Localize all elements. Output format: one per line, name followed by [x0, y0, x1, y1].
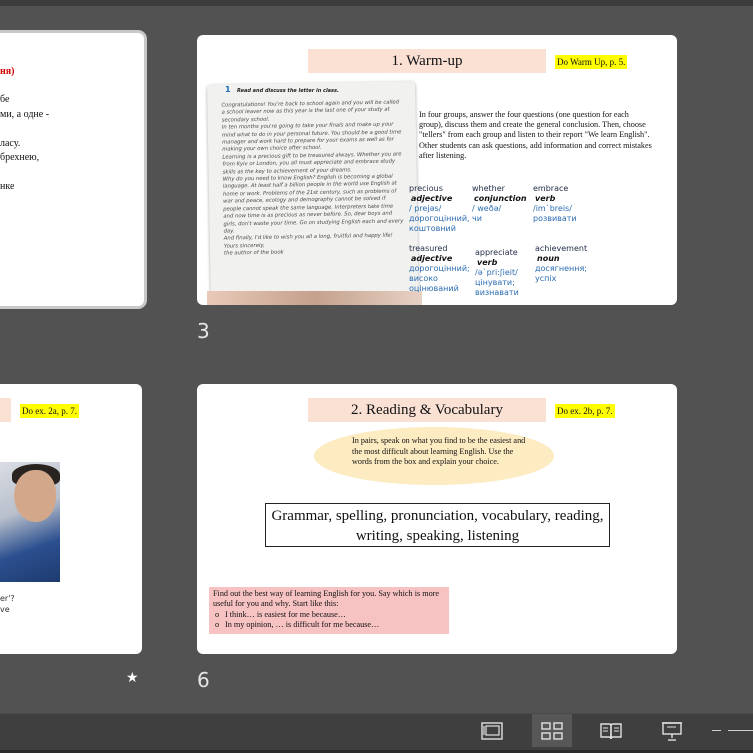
- photo-face: [14, 470, 56, 522]
- oval-text: In pairs, speak on what you find to be t…: [352, 436, 526, 466]
- vocab-item: embrace verb /im`breis/ розвивати: [533, 184, 603, 224]
- slide-5-title-box: [0, 398, 11, 422]
- slide-2-line: ласу.: [0, 138, 21, 149]
- vocab-word: precious: [409, 184, 443, 193]
- vocab-pos: adjective: [411, 194, 453, 203]
- bullet-item: In my opinion, … is difficult for me bec…: [213, 620, 445, 631]
- slide-2-line: нке: [0, 181, 15, 192]
- vocab-pos: conjunction: [474, 194, 527, 203]
- slide-thumbnail-6[interactable]: 2. Reading & Vocabulary Do ex. 2b, p. 7.…: [197, 384, 677, 654]
- find-out-box: Find out the best way of learning Englis…: [209, 587, 449, 634]
- normal-view-icon: [481, 721, 503, 740]
- slide-thumbnail-5[interactable]: Do ex. 2a, p. 7. er'? ve: [0, 384, 142, 654]
- reading-view-button[interactable]: [591, 714, 631, 747]
- vocab-pos: noun: [537, 254, 560, 263]
- vocab-item: achievement noun досягнення; успіх: [535, 244, 605, 284]
- bullet-item: I think… is easiest for me because…: [213, 610, 445, 621]
- vocab-word: whether: [472, 184, 505, 193]
- exercise-heading: Read and discuss the letter in class.: [237, 88, 339, 94]
- vocab-word: treasured: [409, 244, 448, 253]
- slide-5-text: er'?: [0, 594, 15, 603]
- slide-2-line: брехнею,: [0, 152, 40, 163]
- vocab-pos: verb: [535, 194, 556, 203]
- vocab-translation: /im`breis/ розвивати: [533, 204, 577, 223]
- slide-2-heading: ня): [0, 66, 15, 77]
- slide-5-note: Do ex. 2a, p. 7.: [20, 404, 79, 418]
- slide-number-3: 3: [197, 319, 210, 343]
- zoom-out-button[interactable]: [712, 730, 721, 731]
- letter-text: Congratulations! You're back to school a…: [221, 99, 404, 257]
- vocab-translation: дорогоцінний; високо оцінюваний: [409, 264, 470, 293]
- slide-sorter-button[interactable]: [532, 714, 572, 747]
- vocab-item: precious adjective / prejəs/ дорогоцінни…: [409, 184, 479, 234]
- words-box: Grammar, spelling, pronunciation, vocabu…: [265, 503, 610, 547]
- normal-view-button[interactable]: [472, 714, 512, 747]
- photo-strip: [207, 291, 422, 305]
- vocab-item: whether conjunction / weðə/ чи: [472, 184, 542, 224]
- slide-3-title: 1. Warm-up: [308, 49, 546, 73]
- slide-3-instructions: In four groups, answer the four question…: [419, 110, 652, 160]
- slide-2-line: ми, а одне -: [0, 109, 50, 120]
- slide-thumbnail-3[interactable]: 1. Warm-up Do Warm Up, p. 5. Congratulat…: [197, 35, 677, 305]
- vocab-word: achievement: [535, 244, 588, 253]
- find-out-text: Find out the best way of learning Englis…: [213, 589, 440, 609]
- status-bar: [0, 713, 753, 753]
- star-icon: ★: [126, 671, 139, 686]
- slide-show-icon: [662, 721, 682, 741]
- top-edge: [0, 0, 753, 6]
- reading-view-icon: [600, 722, 622, 739]
- vocab-translation: / prejəs/ дорогоцінний, коштовний: [409, 204, 470, 233]
- slide-3-note: Do Warm Up, p. 5.: [555, 55, 628, 69]
- slide-6-title: 2. Reading & Vocabulary: [308, 398, 546, 422]
- vocab-translation: / weðə/ чи: [472, 204, 502, 223]
- vocab-word: appreciate: [475, 248, 518, 257]
- slide-2-line: бе: [0, 94, 10, 105]
- slide-number-6: 6: [197, 668, 210, 692]
- zoom-slider[interactable]: [728, 730, 753, 731]
- slide-sorter-icon: [541, 721, 563, 740]
- vocab-item: treasured adjective дорогоцінний; високо…: [409, 244, 479, 294]
- exercise-number: 1: [225, 85, 231, 94]
- vocab-translation: досягнення; успіх: [535, 264, 587, 283]
- letter-image: Congratulations! You're back to school a…: [207, 81, 419, 305]
- vocab-pos: adjective: [411, 254, 453, 263]
- vocab-word: embrace: [533, 184, 569, 193]
- slide-6-note: Do ex. 2b, p. 7.: [555, 404, 615, 418]
- student-photo: [0, 462, 60, 582]
- slide-show-button[interactable]: [652, 714, 692, 747]
- slide-5-text: ve: [0, 605, 10, 614]
- slide-thumbnail-2[interactable]: ня) бе ми, а одне - ласу. брехнею, нке: [0, 33, 144, 306]
